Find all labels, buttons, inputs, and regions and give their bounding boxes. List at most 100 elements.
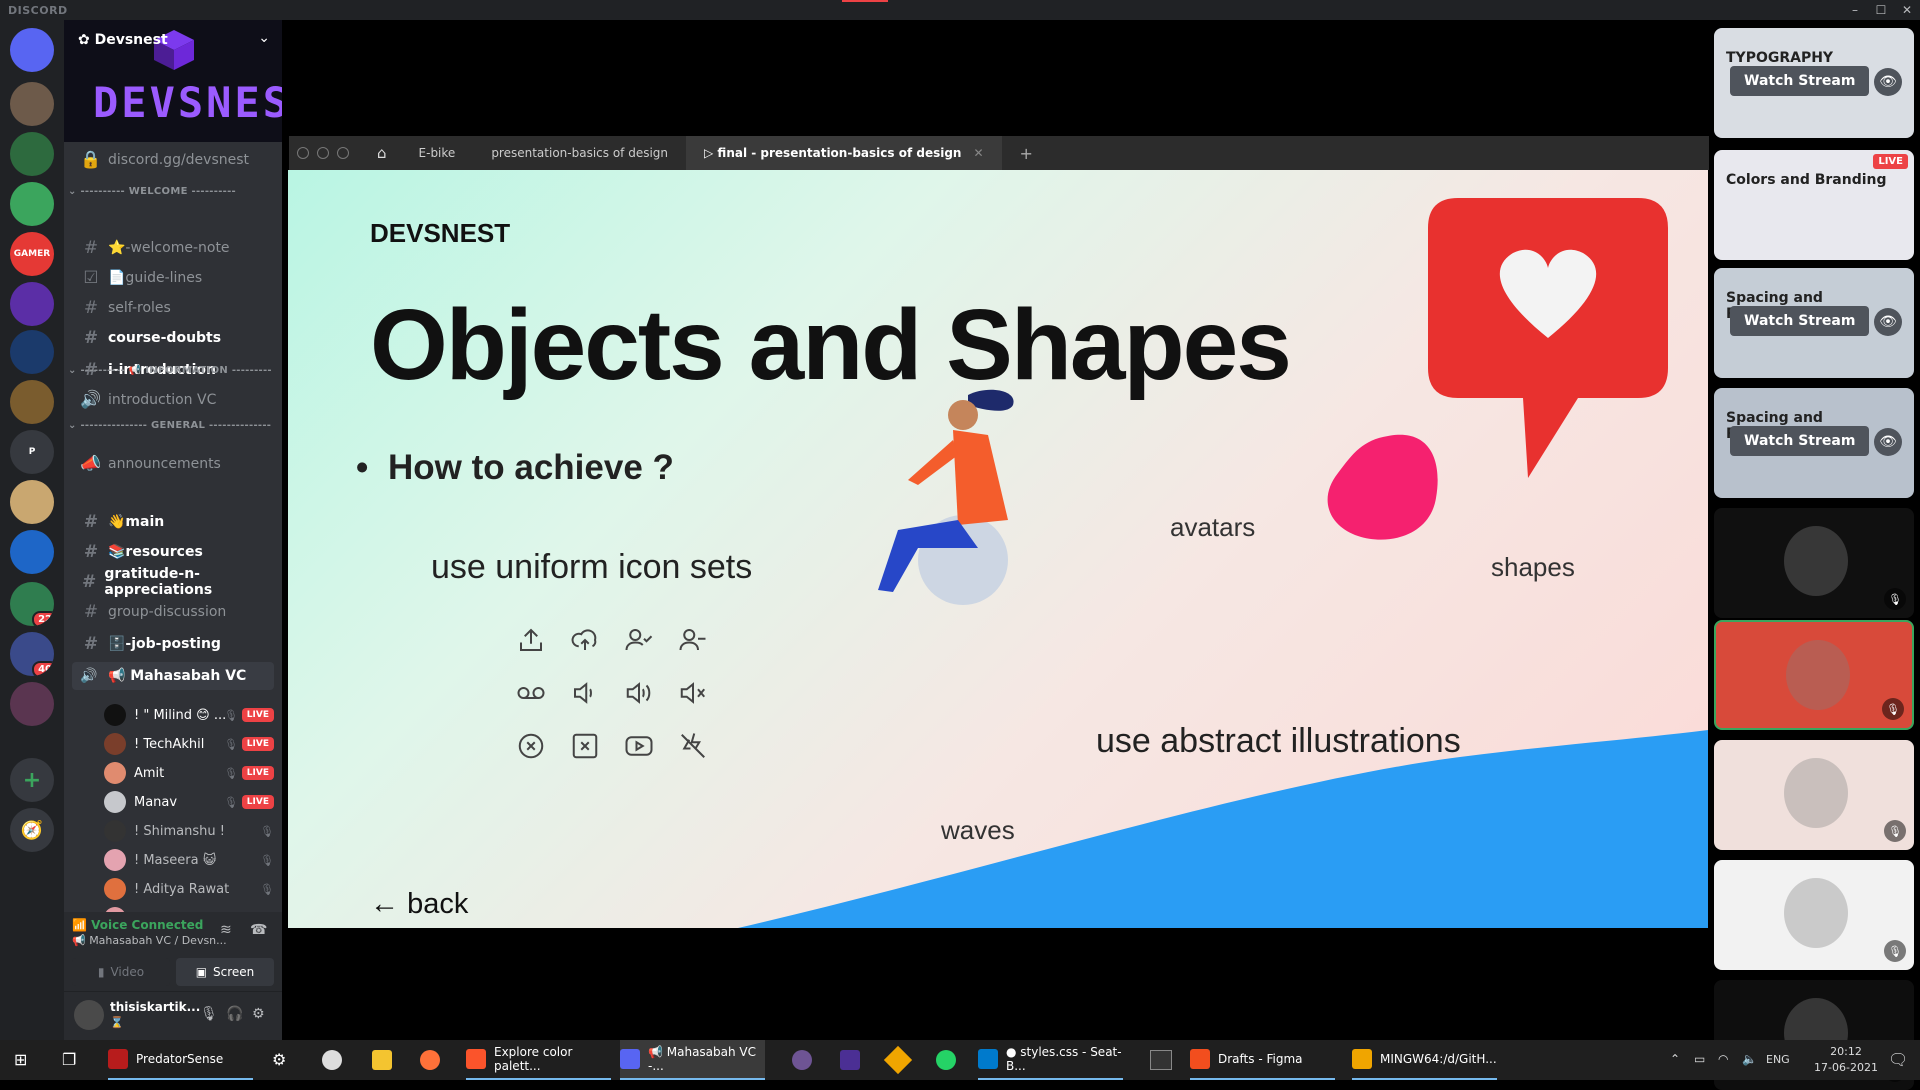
file-explorer-icon[interactable] <box>372 1050 392 1070</box>
category-welcome[interactable]: ⌄ ---------- WELCOME ---------- <box>68 186 236 197</box>
terminal-icon[interactable] <box>1150 1050 1172 1070</box>
wifi-icon[interactable]: ◠ <box>1718 1052 1728 1066</box>
eye-icon[interactable]: 👁 <box>1874 308 1902 336</box>
firefox-icon[interactable] <box>420 1050 440 1070</box>
clock[interactable]: 20:12 17-06-2021 <box>1810 1044 1882 1076</box>
explore-servers-icon[interactable]: 🧭 <box>10 808 54 852</box>
server-icon[interactable] <box>10 132 54 176</box>
channel-item[interactable]: # 🗄️-job-posting <box>72 630 274 658</box>
channel-item[interactable]: # gratitude-n-appreciations <box>72 566 274 598</box>
maximize-button[interactable]: ☐ <box>1868 0 1894 20</box>
voice-member[interactable]: ! Maseera 😺 🎙 <box>104 847 280 873</box>
voice-member[interactable]: ! " Milind 😊 ... 🎙 LIVE <box>104 702 280 728</box>
server-icon[interactable]: P <box>10 430 54 474</box>
participant-tile[interactable]: 🎙 <box>1714 620 1914 730</box>
server-icon[interactable] <box>10 82 54 126</box>
task-view-icon[interactable]: ❐ <box>62 1050 76 1069</box>
eye-icon[interactable]: 👁 <box>1874 68 1902 96</box>
channel-item[interactable]: # 👋main <box>72 508 274 536</box>
taskbar-app[interactable]: Drafts - Figma <box>1190 1040 1335 1080</box>
voice-member[interactable]: Amit 🎙 LIVE <box>104 760 280 786</box>
channel-item[interactable]: # group-discussion <box>72 598 274 626</box>
server-icon[interactable] <box>10 182 54 226</box>
server-icon[interactable] <box>10 28 54 72</box>
avatar[interactable] <box>74 1000 104 1030</box>
windows-start-icon[interactable]: ⊞ <box>14 1050 27 1069</box>
server-icon[interactable]: GAMER <box>10 232 54 276</box>
channel-item[interactable]: # course-doubts <box>72 324 274 352</box>
participant-tile[interactable]: 🎙 <box>1714 508 1914 618</box>
gear-icon[interactable]: ⚙ <box>252 1006 265 1022</box>
participant-tile[interactable]: TYPOGRAPHY Watch Stream 👁 <box>1714 28 1914 138</box>
channel-item[interactable]: # ⭐-welcome-note <box>72 234 274 262</box>
speaker-icon[interactable]: 🔈 <box>1742 1052 1757 1066</box>
voice-member[interactable]: ! Aditya Rawat 🎙 <box>104 876 280 902</box>
video-button[interactable]: ▮ Video <box>72 958 170 986</box>
mute-mic-icon[interactable]: 🎙 <box>200 1006 218 1022</box>
server-icon[interactable]: 40 <box>10 632 54 676</box>
taskbar-app[interactable]: 📢 Mahasabah VC -... <box>620 1040 765 1080</box>
category-information[interactable]: ⌄ ---------- 📢 INFORMATION --------- <box>68 365 272 376</box>
clock-app-icon[interactable] <box>322 1050 342 1070</box>
participant-tile[interactable]: 🎙 <box>1714 860 1914 970</box>
channel-item[interactable]: 📣 announcements <box>72 450 274 478</box>
screen-share-button[interactable]: ▣ Screen <box>176 958 274 986</box>
disconnect-icon[interactable]: ☎ <box>250 922 267 938</box>
voice-channel-mahasabah[interactable]: 🔊 📢 Mahasabah VC <box>72 662 274 690</box>
participant-tile[interactable]: 🎙 <box>1714 740 1914 850</box>
new-tab-icon[interactable]: + <box>1020 144 1033 163</box>
eye-icon[interactable]: 👁 <box>1874 428 1902 456</box>
server-icon[interactable] <box>10 330 54 374</box>
notification-icon[interactable]: 🗨 <box>1888 1050 1908 1069</box>
tab-final-presentation[interactable]: ▷ final - presentation-basics of design ✕ <box>686 136 1002 170</box>
language-indicator[interactable]: ENG <box>1766 1053 1790 1066</box>
username[interactable]: thisiskartik... <box>110 1000 200 1014</box>
participant-tile[interactable]: Spacing and ResponsiveWatch Stream👁 <box>1714 268 1914 378</box>
server-icon[interactable] <box>10 380 54 424</box>
headphones-icon[interactable]: 🎧 <box>226 1006 243 1022</box>
back-link[interactable]: ← back <box>370 888 468 921</box>
taskbar-app[interactable]: PredatorSense <box>108 1040 253 1080</box>
noise-suppression-icon[interactable]: ≋ <box>220 922 232 938</box>
tab-e-bike[interactable]: E-bike <box>401 136 474 170</box>
channel-item[interactable]: ☑ 📄guide-lines <box>72 264 274 292</box>
whatsapp-icon[interactable] <box>936 1050 956 1070</box>
watch-stream-button[interactable]: Watch Stream <box>1730 306 1870 336</box>
channel-item[interactable]: 🔊 introduction VC <box>72 386 274 414</box>
add-server-icon[interactable]: + <box>10 758 54 802</box>
category-general[interactable]: ⌄ --------------- GENERAL -------------- <box>68 420 271 431</box>
music-app-icon[interactable] <box>840 1050 860 1070</box>
minimize-button[interactable]: – <box>1842 0 1868 20</box>
battery-icon[interactable]: ▭ <box>1694 1052 1705 1066</box>
voice-connected-subtitle[interactable]: 📢 Mahasabah VC / Devsn... <box>72 934 227 947</box>
watch-stream-button[interactable]: Watch Stream <box>1730 426 1870 456</box>
tab-presentation-basics[interactable]: presentation-basics of design <box>473 136 686 170</box>
server-name[interactable]: ✿ Devsnest <box>78 32 168 48</box>
taskbar-app[interactable]: MINGW64:/d/GitH... <box>1352 1040 1497 1080</box>
server-banner[interactable]: ✿ Devsnest ⌄ DEVSNEST <box>64 20 282 142</box>
chevron-down-icon[interactable]: ⌄ <box>258 30 270 46</box>
server-icon[interactable] <box>10 282 54 326</box>
tray-arrow-icon[interactable]: ⌃ <box>1670 1052 1680 1066</box>
channel-item[interactable]: # 📚resources <box>72 538 274 566</box>
server-icon[interactable] <box>10 480 54 524</box>
participant-tile[interactable]: Spacing and ResponsiveWatch Stream👁 <box>1714 388 1914 498</box>
voice-member[interactable]: Manav 🎙 LIVE <box>104 789 280 815</box>
server-icon[interactable] <box>10 530 54 574</box>
server-icon[interactable]: 22 <box>10 582 54 626</box>
server-icon[interactable] <box>10 682 54 726</box>
home-icon[interactable]: ⌂ <box>377 144 387 162</box>
watch-stream-button[interactable]: Watch Stream <box>1730 66 1870 96</box>
git-icon[interactable] <box>883 1045 913 1075</box>
close-tab-icon[interactable]: ✕ <box>973 146 983 160</box>
settings-icon[interactable]: ⚙ <box>272 1050 286 1069</box>
taskbar-app[interactable]: Explore color palett... <box>466 1040 611 1080</box>
github-icon[interactable] <box>792 1050 812 1070</box>
invite-link[interactable]: 🔒 discord.gg/devsnest <box>72 146 274 174</box>
voice-member[interactable]: ! TechAkhil 🎙 LIVE <box>104 731 280 757</box>
channel-item[interactable]: # self-roles <box>72 294 274 322</box>
voice-connected-title[interactable]: 📶 Voice Connected <box>72 918 203 932</box>
close-button[interactable]: ✕ <box>1894 0 1920 20</box>
participant-tile[interactable]: Colors and Branding LIVE <box>1714 150 1914 260</box>
voice-member[interactable]: ! Shimanshu ! 🎙 <box>104 818 280 844</box>
